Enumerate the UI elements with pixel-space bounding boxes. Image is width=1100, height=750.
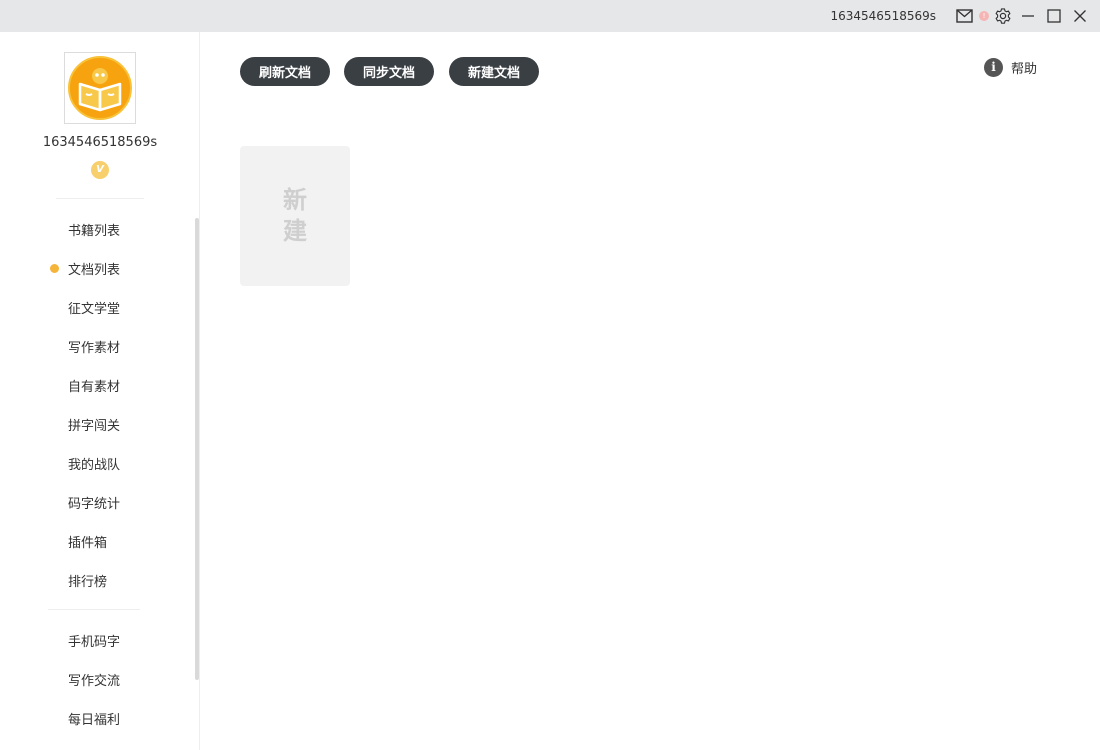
sidebar: 1634546518569s V 书籍列表 文档列表 征文学堂 写作素材 自有素… (0, 32, 200, 750)
titlebar-username: 1634546518569s (830, 9, 936, 23)
sidebar-item-writing-exchange[interactable]: 写作交流 (68, 670, 120, 689)
notification-badge: ! (979, 11, 989, 21)
maximize-icon[interactable] (1044, 6, 1064, 26)
sidebar-item-daily-bonus[interactable]: 每日福利 (68, 709, 120, 728)
vip-badge-icon: V (91, 161, 109, 179)
gear-icon[interactable] (993, 6, 1013, 26)
sidebar-username: 1634546518569s (42, 135, 158, 150)
sidebar-item-mobile-typing[interactable]: 手机码字 (68, 631, 120, 650)
sidebar-item-writing-material[interactable]: 写作素材 (68, 337, 120, 356)
sidebar-item-word-stats[interactable]: 码字统计 (68, 493, 120, 512)
sidebar-item-plugins[interactable]: 插件箱 (68, 532, 107, 551)
mail-icon[interactable] (954, 6, 974, 26)
sync-documents-button[interactable]: 同步文档 (344, 57, 434, 86)
sidebar-item-contest-school[interactable]: 征文学堂 (68, 298, 120, 317)
new-card-label: 新建 (283, 186, 307, 245)
sidebar-scrollbar[interactable] (195, 218, 199, 680)
sidebar-item-ranking[interactable]: 排行榜 (68, 571, 107, 590)
new-document-card[interactable]: 新建 (240, 146, 350, 286)
new-document-button[interactable]: 新建文档 (449, 57, 539, 86)
info-icon: i (984, 58, 1003, 77)
help-label: 帮助 (1011, 62, 1038, 77)
refresh-documents-button[interactable]: 刷新文档 (240, 57, 330, 86)
reader-logo-icon (68, 56, 132, 120)
sidebar-item-my-team[interactable]: 我的战队 (68, 454, 120, 473)
help-link[interactable]: i 帮助 (984, 58, 1037, 77)
close-icon[interactable] (1070, 6, 1090, 26)
avatar[interactable] (64, 52, 136, 124)
sidebar-divider (56, 198, 144, 199)
sidebar-item-typing-challenge[interactable]: 拼字闯关 (68, 415, 120, 434)
sidebar-item-document-list[interactable]: 文档列表 (49, 259, 120, 278)
sidebar-item-book-list[interactable]: 书籍列表 (68, 220, 120, 239)
sidebar-item-own-material[interactable]: 自有素材 (68, 376, 120, 395)
title-bar: 1634546518569s ! (0, 0, 1100, 32)
sidebar-divider (48, 609, 140, 610)
minimize-icon[interactable] (1018, 6, 1038, 26)
